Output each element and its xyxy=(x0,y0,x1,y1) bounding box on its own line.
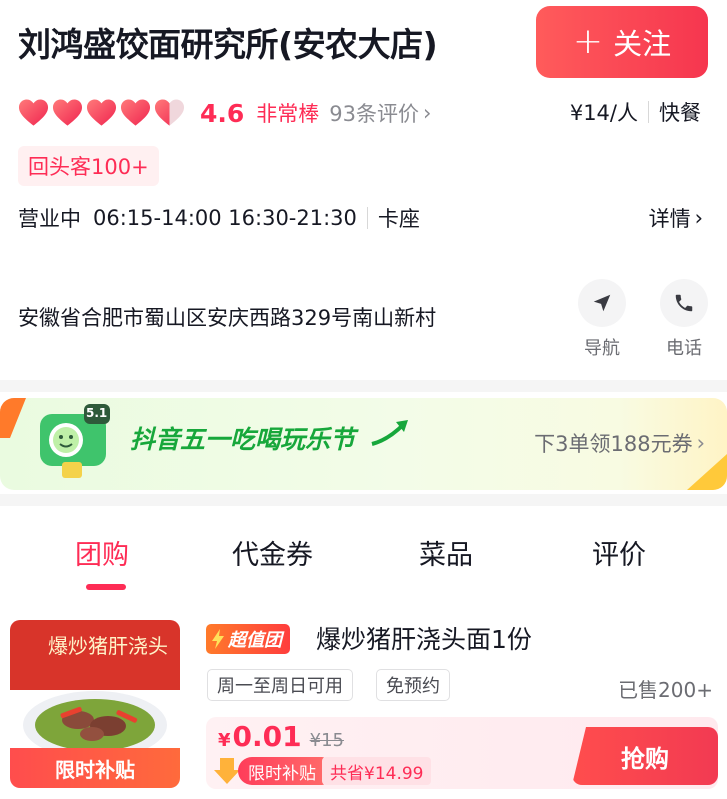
original-price: ¥15 xyxy=(309,730,344,751)
currency-symbol: ¥ xyxy=(218,730,231,751)
tab-reviews[interactable]: 评价 xyxy=(592,533,646,572)
deal-price: ¥ 0.01 ¥15 xyxy=(218,720,344,753)
rating-row[interactable]: 4.6 非常棒 93条评价 › xyxy=(18,96,431,130)
section-divider xyxy=(0,494,727,506)
limited-subsidy-label: 限时补贴 xyxy=(10,748,180,788)
details-link[interactable]: 详情 › xyxy=(649,203,703,233)
store-address[interactable]: 安徽省合肥市蜀山区安庆西路329号南山新村 xyxy=(18,302,436,332)
rating-score: 4.6 xyxy=(200,98,245,128)
deal-title[interactable]: 爆炒猪肝浇头面1份 xyxy=(316,620,532,656)
divider xyxy=(648,101,649,123)
rating-level: 非常棒 xyxy=(256,102,320,126)
chevron-right-icon: › xyxy=(423,101,432,125)
seating-type: 卡座 xyxy=(377,207,420,231)
follow-button[interactable]: + 关注 xyxy=(536,6,708,78)
heart-icon xyxy=(52,99,83,126)
arrow-swoosh-icon xyxy=(371,420,408,446)
promo-banner[interactable]: 5.1 抖音五一吃喝玩乐节 下3单领188元券 › xyxy=(0,398,727,490)
follow-label: 关注 xyxy=(613,27,672,61)
price-category: ¥14/人 快餐 xyxy=(570,97,701,127)
divider xyxy=(366,207,368,229)
chevron-right-icon: › xyxy=(694,206,703,230)
lightning-icon xyxy=(212,629,224,649)
navigation-label: 导航 xyxy=(584,338,620,359)
review-count[interactable]: 93条评价 xyxy=(329,98,419,128)
navigation-button[interactable]: 导航 xyxy=(578,279,626,360)
availability-chip: 周一至周日可用 xyxy=(207,669,353,701)
banner-title: 抖音五一吃喝玩乐节 xyxy=(130,425,356,454)
plus-icon: + xyxy=(572,21,604,62)
half-heart-icon xyxy=(154,99,185,126)
price-per-person: ¥14/人 xyxy=(569,101,638,125)
rating-hearts xyxy=(18,98,188,128)
open-status: 营业中 xyxy=(18,207,81,231)
chevron-right-icon: › xyxy=(696,431,705,455)
phone-label: 电话 xyxy=(666,338,702,359)
corner-decoration xyxy=(687,454,727,490)
section-divider xyxy=(0,380,727,392)
banner-badge: 5.1 xyxy=(86,406,108,420)
phone-icon xyxy=(660,279,708,327)
heart-icon xyxy=(18,99,49,126)
total-saving-tag: 共省¥14.99 xyxy=(322,757,432,785)
super-value-badge: 超值团 xyxy=(206,624,290,654)
limited-subsidy-tag: 限时补贴 xyxy=(238,757,326,785)
heart-icon xyxy=(86,99,117,126)
tab-dishes[interactable]: 菜品 xyxy=(419,533,473,572)
price-value: 0.01 xyxy=(232,720,302,753)
no-reservation-chip: 免预约 xyxy=(376,669,450,701)
opening-hours: 06:15-14:00 16:30-21:30 xyxy=(93,206,357,230)
repeat-customer-tag: 回头客100+ xyxy=(18,146,159,186)
hours-row: 营业中 06:15-14:00 16:30-21:30 卡座 xyxy=(18,203,420,233)
deal-image[interactable]: 爆炒猪肝浇头 限时补贴 xyxy=(10,620,180,788)
active-tab-indicator xyxy=(86,584,126,590)
super-value-label: 超值团 xyxy=(228,630,282,651)
heart-icon xyxy=(120,99,151,126)
store-name: 刘鸿盛饺面研究所(安农大店) xyxy=(18,25,438,64)
category: 快餐 xyxy=(659,101,701,125)
tab-group-buy[interactable]: 团购 xyxy=(75,533,129,572)
tab-vouchers[interactable]: 代金券 xyxy=(232,533,313,572)
buy-button[interactable]: 抢购 xyxy=(572,727,718,785)
ribbon-decoration xyxy=(0,398,26,438)
image-caption: 爆炒猪肝浇头 xyxy=(48,634,168,658)
details-label: 详情 xyxy=(648,207,691,231)
sold-count: 已售200+ xyxy=(618,678,713,702)
navigation-icon xyxy=(578,279,626,327)
phone-button[interactable]: 电话 xyxy=(660,279,708,360)
